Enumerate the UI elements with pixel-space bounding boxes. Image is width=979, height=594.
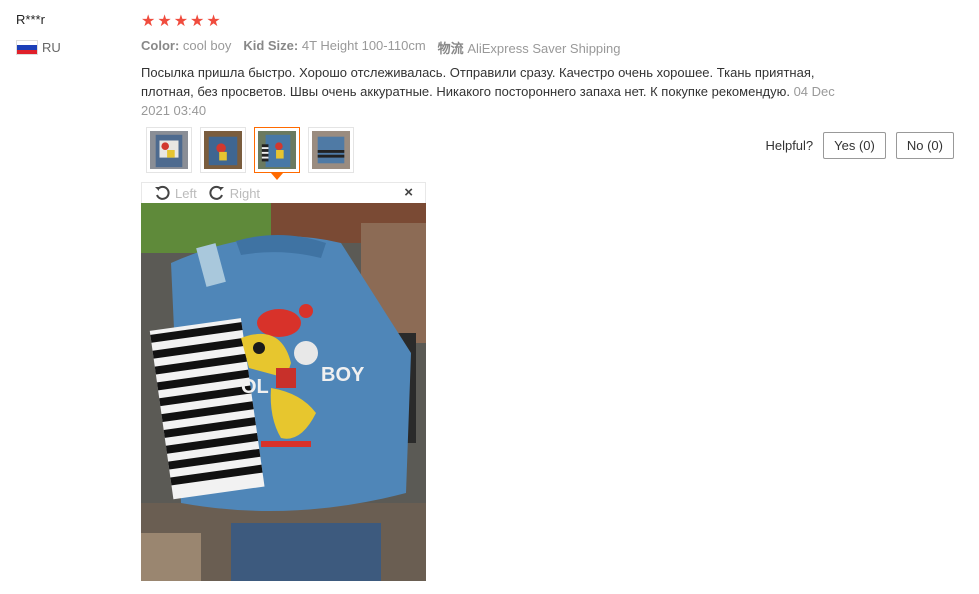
reviewer-info: R***r xyxy=(16,12,45,27)
helpful-voting: Helpful? Yes (0) No (0) xyxy=(765,132,954,159)
star-icon: ★ xyxy=(141,13,156,30)
close-icon[interactable]: × xyxy=(404,184,413,201)
review-content: ★ ★ ★ ★ ★ Color: cool boy Kid Size: 4T H… xyxy=(141,12,961,120)
review-body: Посылка пришла быстро. Хорошо отслеживал… xyxy=(141,65,815,99)
star-rating: ★ ★ ★ ★ ★ xyxy=(141,12,961,32)
reviewer-name: R***r xyxy=(16,12,45,27)
viewer-toolbar: Left Right × xyxy=(141,182,426,203)
photo-thumbnail[interactable] xyxy=(200,127,246,173)
svg-text:BOY: BOY xyxy=(321,364,365,386)
purchase-attributes: Color: cool boy Kid Size: 4T Height 100-… xyxy=(141,38,961,57)
photo-viewer: Left Right × BOY OL xyxy=(141,182,426,581)
helpful-label: Helpful? xyxy=(765,138,814,153)
star-icon: ★ xyxy=(206,13,221,30)
thumbnail-image xyxy=(258,131,296,169)
rotate-right-icon xyxy=(209,185,224,200)
thumbnail-image xyxy=(312,131,350,169)
rotate-left-button[interactable]: Left xyxy=(154,185,197,201)
helpful-yes-button[interactable]: Yes (0) xyxy=(823,132,886,159)
russia-flag-icon xyxy=(16,40,38,55)
country-code: RU xyxy=(42,40,61,55)
photo-thumbnail[interactable] xyxy=(308,127,354,173)
attr-color: Color: cool boy xyxy=(141,38,232,53)
svg-text:OL: OL xyxy=(241,376,269,398)
thumbnail-image xyxy=(204,131,242,169)
thumbnail-image xyxy=(150,131,188,169)
star-icon: ★ xyxy=(190,13,205,30)
helpful-no-button[interactable]: No (0) xyxy=(895,132,954,159)
star-icon: ★ xyxy=(173,13,189,30)
photo-thumbnail[interactable] xyxy=(146,127,192,173)
rotate-left-icon xyxy=(155,185,170,200)
attr-kid-size: Kid Size: 4T Height 100-110cm xyxy=(243,38,426,53)
reviewer-country: RU xyxy=(16,40,61,55)
rotate-left-label: Left xyxy=(175,185,197,201)
photo-thumbnails xyxy=(146,127,354,180)
photo-thumbnail-active[interactable] xyxy=(254,127,300,180)
review-photo: BOY OL xyxy=(141,203,426,581)
star-icon: ★ xyxy=(157,13,172,30)
attr-shipping: 物流 AliExpress Saver Shipping xyxy=(437,41,621,56)
review-text: Посылка пришла быстро. Хорошо отслеживал… xyxy=(141,63,857,120)
rotate-right-label: Right xyxy=(229,185,261,201)
rotate-right-button[interactable]: Right xyxy=(209,185,260,201)
